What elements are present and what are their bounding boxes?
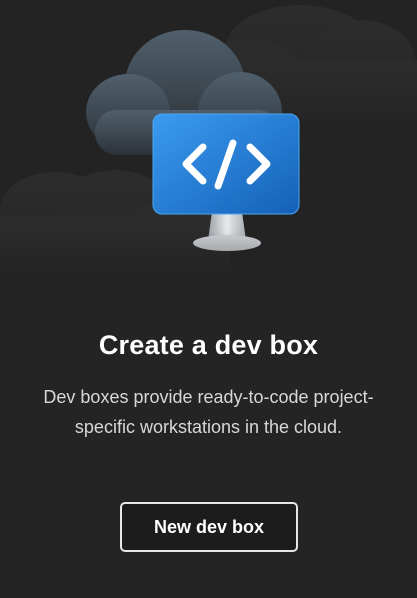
card-description: Dev boxes provide ready-to-code project-… [43, 387, 374, 437]
new-dev-box-button[interactable]: New dev box [120, 502, 298, 552]
create-dev-box-card: Create a dev box Dev boxes provide ready… [0, 0, 417, 598]
hero-illustration [0, 0, 417, 320]
card-title: Create a dev box [98, 330, 319, 360]
hero-fade [0, 230, 417, 320]
